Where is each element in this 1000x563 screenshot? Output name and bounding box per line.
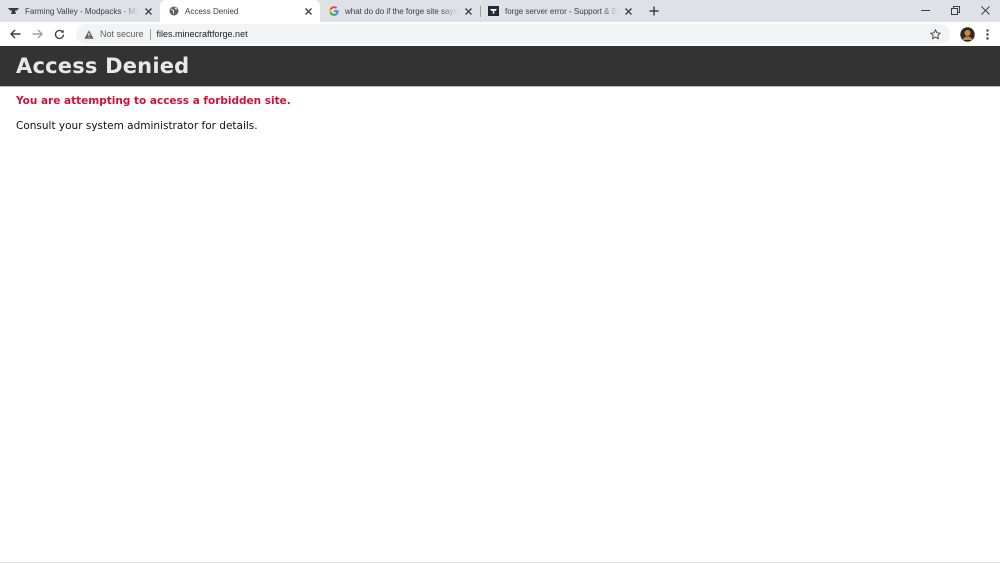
tab-strip: Farming Valley - Modpacks - Minecraft Ac… [0, 0, 1000, 22]
globe-icon [168, 6, 179, 17]
bookmark-star-icon[interactable] [928, 27, 942, 41]
plus-icon [649, 6, 659, 16]
detail-message: Consult your system administrator for de… [16, 120, 258, 132]
close-tab-icon[interactable] [462, 5, 474, 17]
forge-flag-icon [488, 6, 499, 17]
page-header: Access Denied [0, 46, 1000, 87]
address-divider [149, 28, 151, 40]
page-title: Access Denied [16, 54, 190, 78]
restore-button[interactable] [940, 0, 970, 20]
close-tab-icon[interactable] [142, 5, 154, 17]
tab-access-denied[interactable]: Access Denied [160, 0, 320, 22]
url-text[interactable]: files.minecraftforge.net [157, 29, 248, 39]
google-g-icon [328, 6, 339, 17]
new-tab-button[interactable] [642, 0, 666, 22]
kebab-menu-icon [985, 28, 989, 40]
forward-button[interactable] [26, 23, 48, 45]
address-bar[interactable]: Not secure files.minecraftforge.net [76, 24, 950, 44]
browser-menu-button[interactable] [978, 23, 996, 45]
browser-toolbar: Not secure files.minecraftforge.net [0, 22, 1000, 46]
reload-button[interactable] [48, 23, 70, 45]
tab-title: forge server error - Support & Bug Repor… [505, 6, 618, 16]
tab-title: what do do if the forge site says access… [345, 6, 458, 16]
tab-farming-valley[interactable]: Farming Valley - Modpacks - Minecraft [0, 0, 160, 22]
window-controls [910, 0, 1000, 22]
error-message: You are attempting to access a forbidden… [16, 95, 291, 107]
minimize-button[interactable] [910, 0, 940, 20]
close-window-button[interactable] [970, 0, 1000, 20]
page-viewport: Access Denied You are attempting to acce… [0, 46, 1000, 563]
close-tab-icon[interactable] [622, 5, 634, 17]
restore-icon [950, 5, 960, 15]
security-status-label[interactable]: Not secure [100, 29, 144, 39]
warning-triangle-icon[interactable] [84, 29, 94, 39]
back-button[interactable] [4, 23, 26, 45]
profile-avatar[interactable] [956, 23, 978, 45]
arrow-left-icon [9, 29, 20, 39]
tab-title: Farming Valley - Modpacks - Minecraft [25, 6, 138, 16]
curseforge-anvil-icon [8, 6, 19, 17]
minimize-icon [920, 9, 930, 11]
tab-title: Access Denied [185, 6, 239, 16]
reload-icon [54, 29, 64, 39]
close-icon [980, 5, 990, 15]
close-tab-icon[interactable] [302, 5, 314, 17]
tab-forge-server-error[interactable]: forge server error - Support & Bug Repor… [480, 0, 640, 22]
tab-google-search[interactable]: what do do if the forge site says access… [320, 0, 480, 22]
avatar-icon [959, 26, 975, 42]
arrow-right-icon [32, 29, 43, 39]
